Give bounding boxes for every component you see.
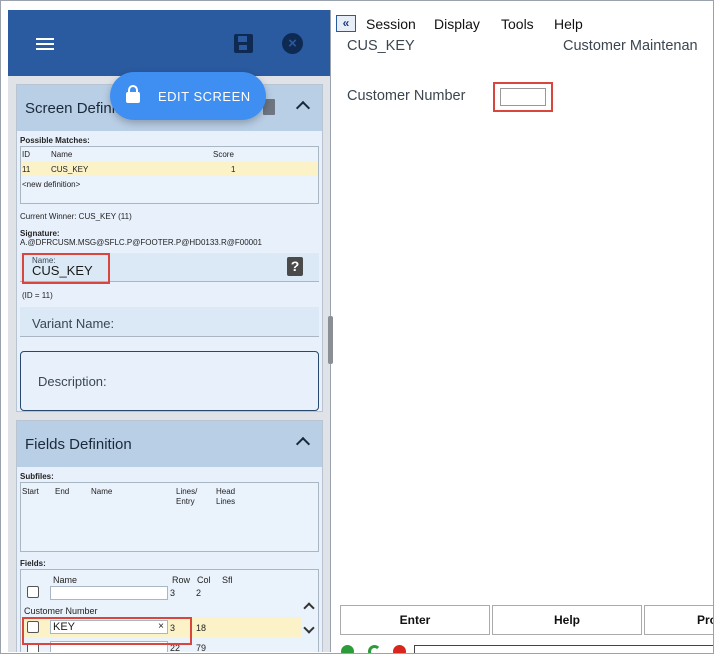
match-id: 11 — [22, 165, 31, 174]
edit-screen-label: EDIT SCREEN — [158, 89, 251, 104]
column-header: Lines — [216, 497, 236, 506]
collapse-chevron-icon[interactable] — [295, 100, 311, 116]
description-field[interactable]: Description: — [20, 351, 319, 411]
screen-title: Customer Maintenan — [563, 38, 698, 54]
menu-bar: « Session Display Tools Help — [331, 10, 714, 36]
column-header: Lines/ — [176, 487, 198, 496]
help-icon[interactable]: ? — [287, 257, 303, 276]
go-icon[interactable] — [341, 645, 354, 654]
column-header: Entry — [176, 497, 195, 506]
highlight-box — [22, 253, 110, 284]
column-header: Start — [22, 487, 39, 496]
variant-name-field[interactable]: Variant Name: — [20, 307, 319, 337]
screen-definition-section: Screen Definiti Possible Matches: ID Nam… — [16, 84, 323, 412]
prompt-button[interactable]: Pro — [644, 605, 714, 635]
subfiles-label: Subfiles: — [20, 472, 54, 481]
column-header: Name — [91, 487, 113, 496]
possible-matches-label: Possible Matches: — [20, 136, 90, 145]
save-icon[interactable] — [234, 34, 253, 53]
menu-help[interactable]: Help — [554, 16, 583, 32]
fields-definition-section: Fields Definition Subfiles: Start End Na… — [16, 420, 323, 652]
id-note: (ID = 11) — [22, 291, 53, 300]
field-row: 3 — [170, 588, 176, 598]
resize-handle[interactable] — [328, 316, 333, 364]
column-header: Name — [53, 575, 78, 585]
column-header: Head — [216, 487, 236, 496]
menu-tools[interactable]: Tools — [501, 16, 534, 32]
highlight-box — [493, 82, 553, 112]
hamburger-menu-icon[interactable] — [36, 38, 54, 50]
column-header: Row — [172, 575, 191, 585]
field-col: 2 — [196, 588, 202, 598]
refresh-icon[interactable] — [368, 645, 381, 654]
column-header: Sfl — [222, 575, 233, 585]
description-label: Description: — [38, 374, 107, 389]
table-row[interactable]: <new definition> — [21, 177, 318, 191]
designer-toolbar: × — [8, 10, 330, 76]
stop-icon[interactable] — [393, 645, 406, 654]
collapse-panel-icon[interactable]: « — [336, 15, 356, 32]
field-col: 79 — [196, 643, 207, 652]
match-name: CUS_KEY — [51, 165, 89, 174]
close-icon[interactable]: × — [282, 33, 303, 54]
lock-icon — [126, 85, 140, 103]
signature-value: A.@DFRCUSM.MSG@SFLC.P@FOOTER.P@HD0133.R@… — [20, 238, 262, 247]
current-winner-text: Current Winner: CUS_KEY (11) — [20, 212, 132, 221]
field-name-input[interactable] — [50, 586, 168, 600]
column-header: Score — [213, 150, 234, 159]
signature-label: Signature: — [20, 229, 60, 238]
column-header: Col — [197, 575, 211, 585]
section-title: Fields Definition — [25, 436, 132, 453]
column-header: End — [55, 487, 70, 496]
field-col: 18 — [196, 623, 207, 633]
highlight-box — [22, 617, 192, 645]
field-checkbox[interactable] — [27, 586, 39, 598]
column-header: ID — [22, 150, 30, 159]
possible-matches-grid: ID Name Score 11 CUS_KEY 1 <new definiti… — [20, 146, 319, 204]
match-name: <new definition> — [22, 180, 81, 189]
edit-screen-button[interactable]: EDIT SCREEN — [110, 72, 266, 120]
help-button[interactable]: Help — [492, 605, 642, 635]
section-title: Screen Definiti — [25, 100, 123, 117]
menu-display[interactable]: Display — [434, 16, 480, 32]
table-row-selected[interactable]: 11 CUS_KEY 1 — [21, 162, 318, 176]
fields-label: Fields: — [20, 559, 46, 568]
enter-button[interactable]: Enter — [340, 605, 490, 635]
subfiles-grid: Start End Name Lines/ Entry Head Lines — [20, 482, 319, 552]
field-group-label: Customer Number — [24, 606, 98, 616]
match-score: 1 — [231, 165, 236, 174]
collapse-chevron-icon[interactable] — [295, 436, 311, 452]
variant-name-label: Variant Name: — [32, 316, 115, 331]
column-header: Name — [51, 150, 73, 159]
command-line-input[interactable] — [414, 645, 714, 654]
fields-definition-header[interactable]: Fields Definition — [17, 421, 322, 467]
program-name: CUS_KEY — [347, 38, 415, 54]
customer-number-label: Customer Number — [347, 88, 466, 104]
menu-session[interactable]: Session — [366, 16, 416, 32]
